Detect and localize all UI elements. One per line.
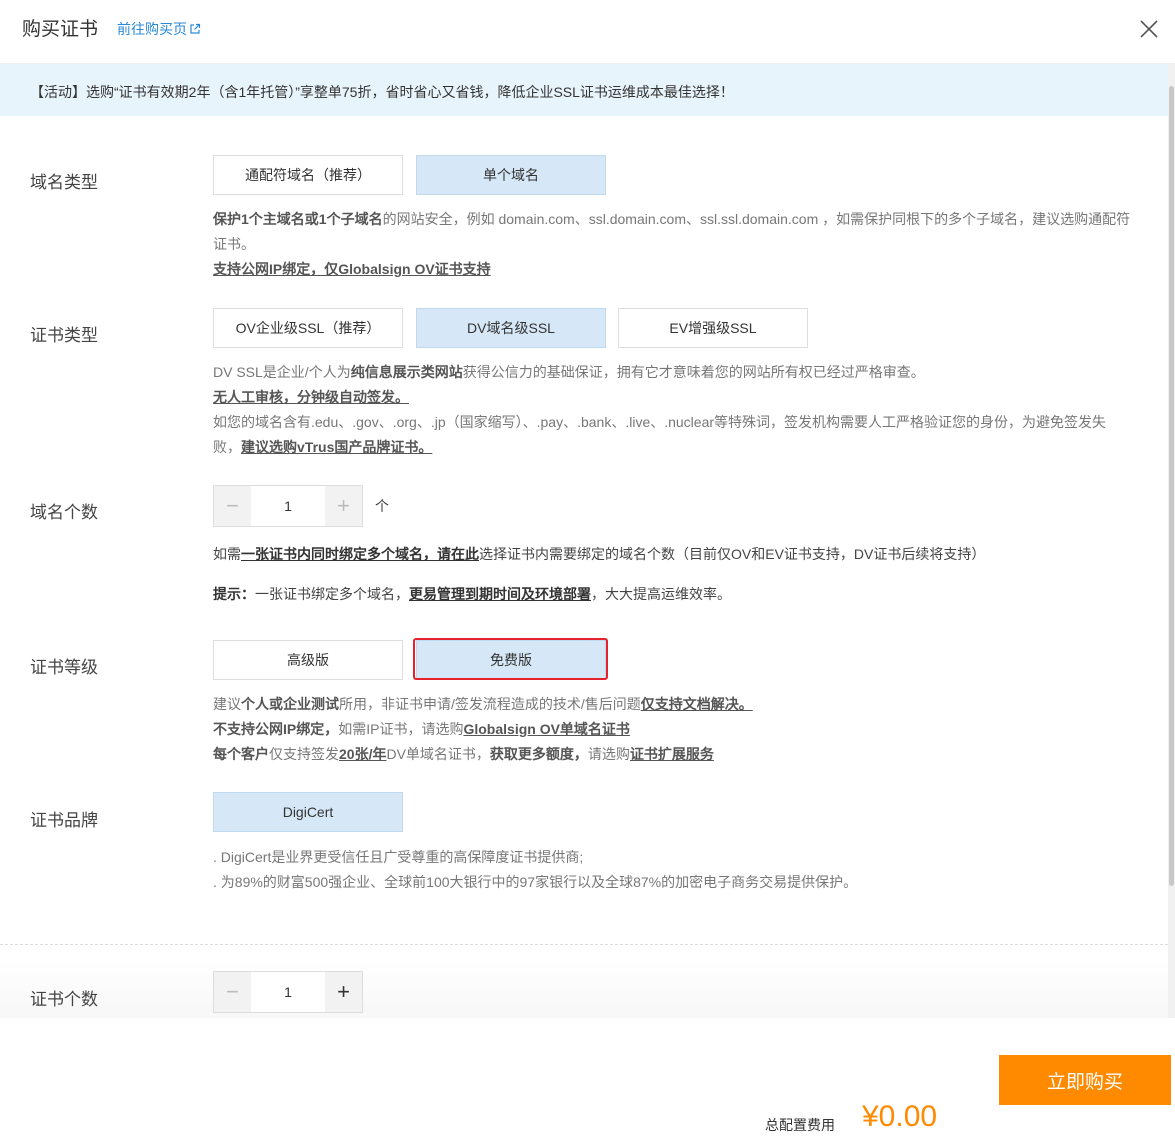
tip-post: ，大大提高运维效率。 <box>591 586 731 602</box>
cert-count-plus-button[interactable]: + <box>325 972 362 1012</box>
cert-brand-desc-2: . 为89%的财富500强企业、全球前100大银行中的97家银行以及全球87%的… <box>213 874 858 890</box>
dialog-title: 购买证书 <box>22 19 99 40</box>
cert-type-desc-bold: 纯信息展示类网站 <box>350 364 463 380</box>
option-single-domain[interactable]: 单个域名 <box>416 155 606 195</box>
cert-level-l1-a: 建议 <box>213 696 241 712</box>
scrollbar-thumb[interactable] <box>1169 86 1174 886</box>
globalsign-ov-link[interactable]: Globalsign OV单域名证书 <box>463 721 629 737</box>
cert-level-l1-c: 所用，非证书申请/签发流程造成的技术/售后问题 <box>339 696 641 712</box>
external-link-icon <box>190 23 201 34</box>
cert-level-description: 建议个人或企业测试所用，非证书申请/签发流程造成的技术/售后问题仅支持文档解决。… <box>213 692 1133 767</box>
domain-count-note-pre: 如需 <box>213 546 241 562</box>
easier-management-link[interactable]: 更易管理到期时间及环境部署 <box>409 586 591 602</box>
multi-domain-link[interactable]: 一张证书内同时绑定多个域名，请在此 <box>241 546 479 562</box>
tip-pre: 一张证书绑定多个域名， <box>255 586 409 602</box>
option-free-edition[interactable]: 免费版 <box>416 640 606 680</box>
domain-count-label: 域名个数 <box>30 503 98 522</box>
cert-level-l2-a: 不支持公网IP绑定， <box>213 721 339 737</box>
cert-count-value[interactable]: 1 <box>251 972 325 1012</box>
docs-only-link[interactable]: 仅支持文档解决。 <box>641 696 753 712</box>
cert-level-l3-f: 请选购 <box>587 746 630 762</box>
auto-issue-link[interactable]: 无人工审核，分钟级自动签发。 <box>213 389 409 405</box>
option-advanced-edition[interactable]: 高级版 <box>213 640 403 680</box>
domain-type-description: 保护1个主域名或1个子域名的网站安全，例如 domain.com、ssl.dom… <box>213 207 1133 282</box>
scrollbar[interactable] <box>1168 64 1175 1018</box>
quota-20-link[interactable]: 20张/年 <box>339 746 386 762</box>
domain-count-note: 如需一张证书内同时绑定多个域名，请在此选择证书内需要绑定的域名个数（目前仅OV和… <box>213 543 1133 565</box>
domain-count-plus-button[interactable]: + <box>325 486 362 526</box>
cert-extension-service-link[interactable]: 证书扩展服务 <box>630 746 714 762</box>
dialog-header: 购买证书 前往购买页 <box>0 0 1175 64</box>
option-dv-ssl[interactable]: DV域名级SSL <box>416 308 606 348</box>
cert-type-description: DV SSL是企业/个人为纯信息展示类网站获得公信力的基础保证，拥有它才意味着您… <box>213 360 1133 460</box>
buy-now-button[interactable]: 立即购买 <box>999 1055 1171 1105</box>
cert-level-label: 证书等级 <box>30 658 98 677</box>
cert-level-l2-b: 如需IP证书，请选购 <box>338 721 464 737</box>
cert-count-minus-button[interactable]: − <box>214 972 251 1012</box>
domain-type-desc-bold: 保护1个主域名或1个子域名 <box>213 211 383 227</box>
cert-level-l3-a: 每个客户 <box>213 746 269 762</box>
cert-type-desc-post: 获得公信力的基础保证，拥有它才意味着您的网站所有权已经过严格审查。 <box>462 364 925 380</box>
promo-banner: 【活动】选购“证书有效期2年（含1年托管）”享整单75折，省时省心又省钱，降低企… <box>0 64 1168 116</box>
domain-count-value[interactable]: 1 <box>251 486 325 526</box>
cert-brand-description: . DigiCert是业界更受信任且广受尊重的高保障度证书提供商; . 为89%… <box>213 845 1133 895</box>
cert-type-desc-pre: DV SSL是企业/个人为 <box>213 364 351 380</box>
bottom-fade <box>0 960 1168 1018</box>
cert-level-l1-b: 个人或企业测试 <box>241 696 339 712</box>
section-divider <box>0 944 1168 945</box>
close-icon[interactable] <box>1138 18 1160 40</box>
cert-level-l3-e: 获取更多额度， <box>489 746 588 762</box>
cert-count-label: 证书个数 <box>30 990 98 1009</box>
total-cost-label: 总配置费用 <box>765 1117 835 1133</box>
option-ev-ssl[interactable]: EV增强级SSL <box>618 308 808 348</box>
domain-count-unit: 个 <box>375 498 389 514</box>
cert-level-l3-b: 仅支持签发 <box>269 746 339 762</box>
total-cost-value: ¥0.00 <box>862 1100 938 1133</box>
option-wildcard-domain[interactable]: 通配符域名（推荐） <box>213 155 403 195</box>
cert-level-l3-d: DV单域名证书， <box>386 746 490 762</box>
domain-type-label: 域名类型 <box>30 173 98 192</box>
public-ip-binding-link[interactable]: 支持公网IP绑定，仅Globalsign OV证书支持 <box>213 261 491 277</box>
option-digicert[interactable]: DigiCert <box>213 792 403 832</box>
go-to-purchase-page-link[interactable]: 前往购买页 <box>117 19 201 39</box>
cert-brand-desc-1: . DigiCert是业界更受信任且广受尊重的高保障度证书提供商; <box>213 849 584 865</box>
tip-label: 提示： <box>213 586 255 602</box>
cert-brand-label: 证书品牌 <box>30 811 98 830</box>
domain-count-minus-button[interactable]: − <box>214 486 251 526</box>
go-to-purchase-page-label: 前往购买页 <box>117 21 187 37</box>
option-ov-ssl[interactable]: OV企业级SSL（推荐） <box>213 308 403 348</box>
cert-type-label: 证书类型 <box>30 326 98 345</box>
cert-count-stepper: − 1 + <box>213 971 363 1013</box>
domain-count-stepper: − 1 + <box>213 485 363 527</box>
domain-count-note-post: 选择证书内需要绑定的域名个数（目前仅OV和EV证书支持，DV证书后续将支持） <box>479 546 986 562</box>
domain-count-tip: 提示：一张证书绑定多个域名，更易管理到期时间及环境部署，大大提高运维效率。 <box>213 583 1133 605</box>
vtrus-cert-link[interactable]: 建议选购vTrus国产品牌证书。 <box>241 439 432 455</box>
